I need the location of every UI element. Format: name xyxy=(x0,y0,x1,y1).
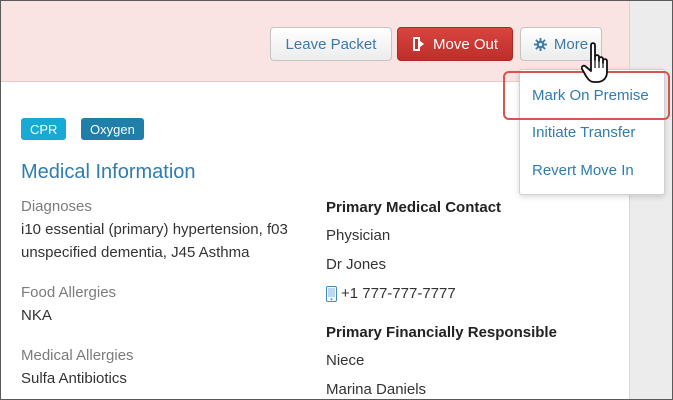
food-allergies-value: NKA xyxy=(21,307,52,324)
hand-pointer-icon xyxy=(580,41,617,92)
menu-item-revert-move-in[interactable]: Revert Move In xyxy=(532,162,634,179)
medical-contact-name: Dr Jones xyxy=(326,256,387,273)
medical-information-title: Medical Information xyxy=(21,161,196,183)
leave-packet-label: Leave Packet xyxy=(285,35,377,53)
tag-cpr: CPR xyxy=(21,118,67,140)
exit-door-icon xyxy=(412,36,426,52)
menu-item-initiate-transfer[interactable]: Initiate Transfer xyxy=(532,124,635,141)
primary-financial-heading: Primary Financially Responsible xyxy=(326,324,557,341)
tag-cpr-label: CPR xyxy=(30,121,58,137)
mobile-phone-icon xyxy=(326,285,337,302)
financial-contact-name: Marina Daniels xyxy=(326,381,427,398)
app-frame: Leave Packet Move Out More CPR Oxygen Me… xyxy=(0,0,673,400)
gear-icon xyxy=(533,37,547,51)
financial-contact-relation: Niece xyxy=(326,352,365,369)
move-out-label: Move Out xyxy=(432,35,499,53)
medical-allergies-value: Sulfa Antibiotics xyxy=(21,370,127,387)
move-out-button[interactable]: Move Out xyxy=(397,27,513,61)
medical-contact-phone[interactable]: +1 777-777-7777 xyxy=(341,282,456,305)
medical-contact-relation: Physician xyxy=(326,227,391,244)
tag-oxygen: Oxygen xyxy=(81,118,144,140)
food-allergies-label: Food Allergies xyxy=(21,284,117,301)
medical-contact-phone-row: +1 777-777-7777 xyxy=(326,282,456,305)
leave-packet-button[interactable]: Leave Packet xyxy=(270,27,392,61)
diagnoses-value: i10 essential (primary) hypertension, f0… xyxy=(21,221,288,261)
primary-medical-contact-heading: Primary Medical Contact xyxy=(326,199,502,216)
diagnoses-label: Diagnoses xyxy=(21,198,92,215)
medical-allergies-label: Medical Allergies xyxy=(21,347,134,364)
tag-oxygen-label: Oxygen xyxy=(90,121,135,137)
resident-panel: Leave Packet Move Out More CPR Oxygen Me… xyxy=(1,1,630,399)
